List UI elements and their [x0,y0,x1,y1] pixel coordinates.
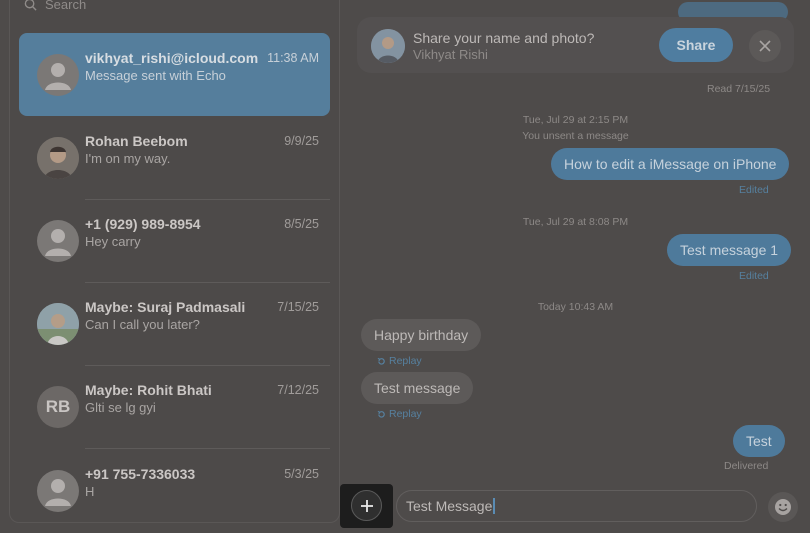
search-icon [24,0,37,11]
banner-title: Share your name and photo? [413,30,595,46]
avatar [37,54,79,96]
conversation-preview: Hey carry [85,234,141,249]
conversation-item-rohit[interactable]: RB Maybe: Rohit Bhati Glti se lg gyi 7/1… [19,365,330,448]
share-name-banner: Share your name and photo? Vikhyat Rishi… [357,17,794,73]
person-placeholder-icon [45,63,71,90]
message-bubble-incoming[interactable]: Test message [361,372,474,404]
close-icon [759,40,771,52]
profile-photo-icon [37,303,79,345]
search-placeholder: Search [45,0,87,12]
conversation-name: Maybe: Suraj Padmasali [85,299,246,315]
text-caret [493,498,496,514]
person-placeholder-icon [45,229,71,256]
avatar-initials: RB [37,386,79,428]
apps-button-highlight [340,484,393,528]
avatar [37,470,79,512]
unsent-notice: You unsent a message [522,130,629,142]
avatar [37,303,79,345]
read-receipt: Read 7/15/25 [707,83,771,95]
close-button[interactable] [749,30,781,62]
conversation-name: +1 (929) 989-8954 [85,216,201,232]
emoji-icon [775,499,791,515]
replay-label: Replay [389,408,422,420]
conversation-time: 5/3/25 [284,467,319,481]
message-bubble-incoming[interactable]: Happy birthday [361,319,482,351]
plus-icon [360,499,373,512]
replay-label: Replay [389,355,422,367]
conversation-preview: Can I call you later? [85,317,200,332]
replay-link[interactable]: Replay [377,355,422,367]
timestamp: Today 10:43 AM [537,301,614,313]
conversation-name: Rohan Beebom [85,133,188,149]
edited-label[interactable]: Edited [739,270,769,282]
conversation-preview: Glti se lg gyi [85,400,156,415]
avatar [371,29,405,63]
message-input-value: Test Message [406,498,493,514]
replay-icon [377,410,385,418]
replay-icon [377,357,385,365]
messages-window: Search vikhyat_rishi@icloud.com Message … [0,0,810,533]
conversation-preview: H [85,484,95,499]
conversation-name: +91 755-7336033 [85,466,196,482]
avatar [37,137,79,179]
conversation-time: 11:38 AM [267,51,319,65]
message-bubble-outgoing[interactable]: Test message 1 [667,234,792,266]
conversation-item-suraj[interactable]: Maybe: Suraj Padmasali Can I call you la… [19,282,330,365]
add-attachment-button[interactable] [351,490,382,521]
conversation-time: 8/5/25 [284,217,319,231]
conversation-preview: Message sent with Echo [85,68,226,83]
avatar [37,220,79,262]
chat-area: Share your name and photo? Vikhyat Rishi… [341,0,810,533]
conversation-time: 7/15/25 [277,300,319,314]
search-field[interactable]: Search [24,0,86,14]
share-button[interactable]: Share [659,28,733,62]
conversation-time: 9/9/25 [284,134,319,148]
conversation-preview: I'm on my way. [85,151,171,166]
message-bubble-outgoing[interactable]: Test [733,425,785,457]
timestamp: Tue, Jul 29 at 2:15 PM [522,114,629,126]
conversation-time: 7/12/25 [277,383,319,397]
replay-link[interactable]: Replay [377,408,422,420]
conversation-name: vikhyat_rishi@icloud.com [85,50,259,66]
delivered-status: Delivered [724,460,769,472]
edited-label[interactable]: Edited [739,184,769,196]
profile-photo-icon [371,29,405,63]
profile-photo-icon [37,137,79,179]
person-placeholder-icon [45,479,71,506]
conversation-name: Maybe: Rohit Bhati [85,382,212,398]
emoji-button[interactable] [768,492,798,522]
conversation-item-phone[interactable]: +1 (929) 989-8954 Hey carry 8/5/25 [19,199,330,282]
message-input[interactable]: Test Message [396,490,757,522]
timestamp: Tue, Jul 29 at 8:08 PM [522,216,629,228]
conversation-item-rohan[interactable]: Rohan Beebom I'm on my way. 9/9/25 [19,116,330,199]
conversation-item-phone-91[interactable]: +91 755-7336033 H 5/3/25 [19,449,330,532]
conversation-item-vikhyat[interactable]: vikhyat_rishi@icloud.com Message sent wi… [19,33,330,116]
message-bubble-outgoing[interactable]: How to edit a iMessage on iPhone [551,148,790,180]
banner-subtitle: Vikhyat Rishi [413,47,488,62]
